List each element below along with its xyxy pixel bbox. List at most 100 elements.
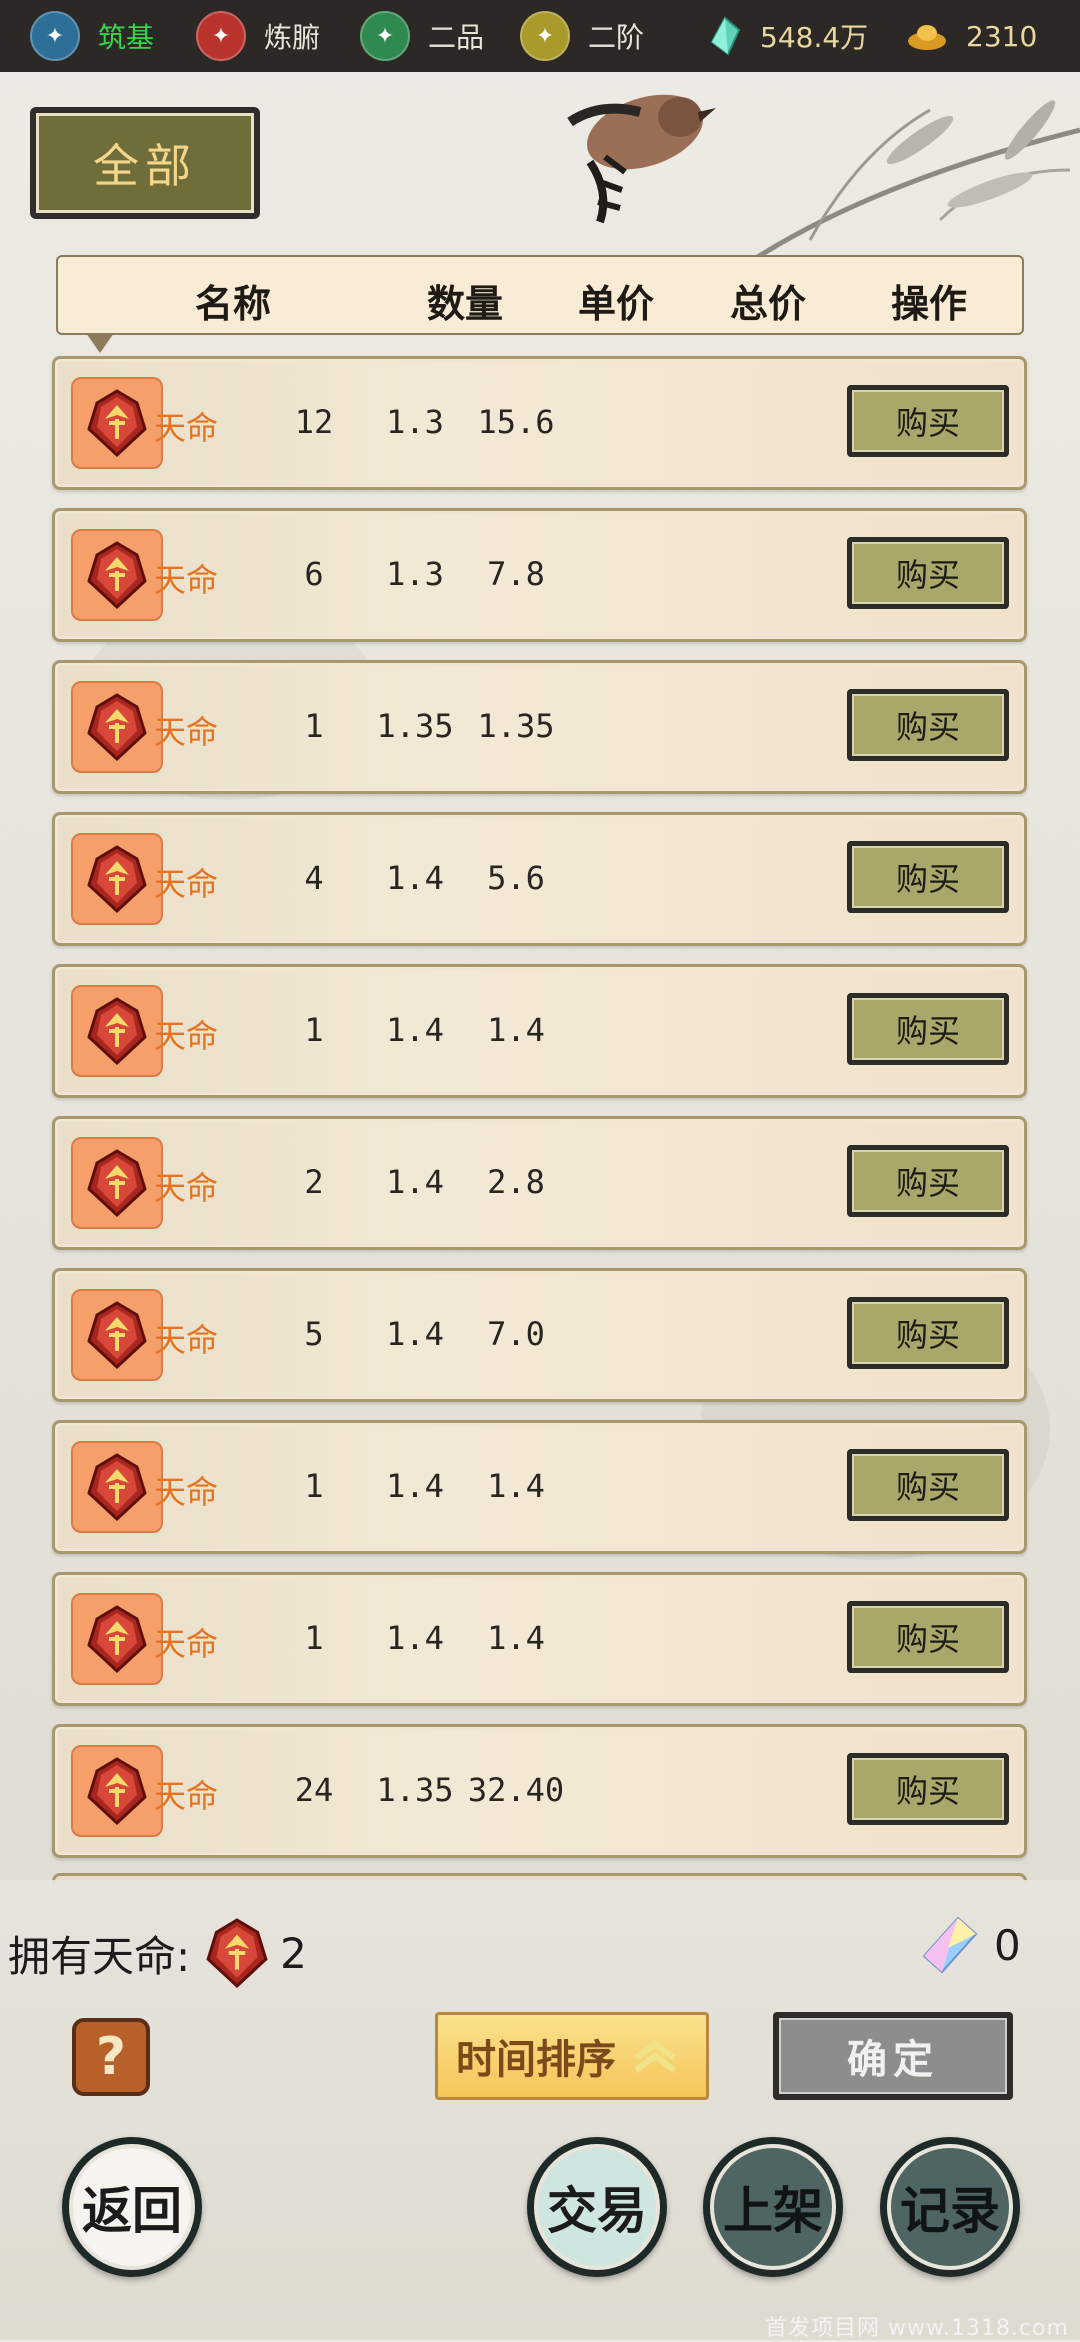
realm-indicator: ✦ 筑基 (30, 10, 154, 62)
buy-button[interactable]: 购买 (847, 1601, 1009, 1673)
buy-button-label: 购买 (852, 1606, 1004, 1668)
records-button[interactable]: 记录 (880, 2137, 1020, 2277)
gold-ingot-icon (908, 25, 946, 50)
gold-currency: 2310 (906, 10, 1037, 62)
confirm-label: 确定 (779, 2018, 1007, 2094)
column-quantity: 数量 (426, 281, 504, 326)
buy-button[interactable]: 购买 (847, 1753, 1009, 1825)
buy-button-label: 购买 (852, 694, 1004, 756)
item-name: 天命 (153, 1017, 219, 1055)
buy-button-label: 购买 (852, 1150, 1004, 1212)
tianming-token-icon (71, 529, 163, 621)
column-name: 名称 (194, 281, 272, 326)
item-quantity: 1 (304, 1467, 324, 1505)
item-quantity: 1 (304, 707, 324, 745)
item-unit-price: 1.35 (376, 1771, 454, 1809)
item-quantity: 2 (304, 1163, 324, 1201)
item-total-price: 1.4 (487, 1011, 545, 1049)
tianming-token-icon (71, 1441, 163, 1533)
buy-button[interactable]: 购买 (847, 1145, 1009, 1217)
rainbow-crystal-icon (922, 1916, 978, 1974)
item-total-price: 1.4 (487, 1467, 545, 1505)
item-quantity: 6 (304, 555, 324, 593)
buy-button[interactable]: 购买 (847, 385, 1009, 457)
gold-amount: 2310 (966, 19, 1038, 53)
item-unit-price: 1.3 (386, 555, 444, 593)
tianming-token-icon (71, 1137, 163, 1229)
help-button[interactable]: ? (72, 2018, 150, 2096)
double-chevron-up-icon (634, 2040, 676, 2073)
back-button[interactable]: 返回 (62, 2137, 202, 2277)
item-name: 天命 (153, 1777, 219, 1815)
column-action: 操作 (890, 281, 968, 326)
category-tab-all[interactable]: 全部 (30, 107, 260, 219)
table-row: 天命 1 1.35 1.35 购买 (52, 660, 1027, 794)
table-row: 天命 5 1.4 7.0 购买 (52, 1268, 1027, 1402)
item-quantity: 1 (304, 1011, 324, 1049)
tianming-token-icon (206, 1918, 268, 1988)
column-unit-price: 单价 (577, 281, 655, 326)
item-name: 天命 (153, 1473, 219, 1511)
blue-emblem-icon: ✦ (30, 11, 80, 61)
table-row: 天命 1 1.4 1.4 购买 (52, 1572, 1027, 1706)
crystal-owned: 0 (918, 1914, 1021, 1976)
item-total-price: 1.35 (477, 707, 555, 745)
item-name: 天命 (153, 409, 219, 447)
back-label: 返回 (69, 2144, 195, 2270)
item-unit-price: 1.4 (386, 1315, 444, 1353)
owned-tianming: 拥有天命: 2 (8, 1918, 307, 1988)
buy-button[interactable]: 购买 (847, 689, 1009, 761)
crystal-currency: 548.4万 (708, 10, 868, 62)
header-pointer (86, 333, 114, 353)
list-item-button[interactable]: 上架 (703, 2137, 843, 2277)
confirm-button[interactable]: 确定 (773, 2012, 1013, 2100)
tianming-token-icon (71, 1593, 163, 1685)
buy-button[interactable]: 购买 (847, 1297, 1009, 1369)
item-unit-price: 1.4 (386, 1163, 444, 1201)
buy-button-label: 购买 (852, 1302, 1004, 1364)
red-emblem-icon: ✦ (196, 11, 246, 61)
item-quantity: 1 (304, 1619, 324, 1657)
item-quantity: 12 (294, 403, 334, 441)
table-row: 天命 12 1.3 15.6 购买 (52, 356, 1027, 490)
item-quantity: 5 (304, 1315, 324, 1353)
item-unit-price: 1.3 (386, 403, 444, 441)
trade-button[interactable]: 交易 (527, 2137, 667, 2277)
table-row: 天命 1 1.4 1.4 购买 (52, 964, 1027, 1098)
item-unit-price: 1.35 (376, 707, 454, 745)
item-name: 天命 (153, 561, 219, 599)
buy-button-label: 购买 (852, 1758, 1004, 1820)
item-total-price: 32.40 (467, 1771, 565, 1809)
table-row: 天命 6 1.3 7.8 购买 (52, 508, 1027, 642)
watermark: 首发项目网 www.1318.com (765, 2316, 1069, 2341)
crystal-amount: 548.4万 (760, 21, 869, 54)
buy-button-label: 购买 (852, 542, 1004, 604)
item-total-price: 2.8 (487, 1163, 545, 1201)
yellow-emblem-icon: ✦ (520, 11, 570, 61)
item-unit-price: 1.4 (386, 1011, 444, 1049)
table-row: 天命 4 1.4 5.6 购买 (52, 812, 1027, 946)
item-total-price: 7.8 (487, 555, 545, 593)
buy-button[interactable]: 购买 (847, 1449, 1009, 1521)
time-sort-button[interactable]: 时间排序 (435, 2012, 709, 2100)
buy-button[interactable]: 购买 (847, 841, 1009, 913)
tianming-token-icon (71, 833, 163, 925)
item-name: 天命 (153, 1169, 219, 1207)
buy-button-label: 购买 (852, 390, 1004, 452)
item-total-price: 1.4 (487, 1619, 545, 1657)
item-quantity: 4 (304, 859, 324, 897)
list-item-label: 上架 (710, 2144, 836, 2270)
item-unit-price: 1.4 (386, 1467, 444, 1505)
tianming-token-icon (71, 1745, 163, 1837)
buy-button-label: 购买 (852, 1454, 1004, 1516)
item-quantity: 24 (294, 1771, 334, 1809)
list-header: 名称 数量 单价 总价 操作 (56, 255, 1024, 353)
jade-crystal-icon (710, 16, 741, 56)
owned-label: 拥有天命: (8, 1931, 191, 1981)
grade-text: 二品 (428, 21, 485, 54)
buy-button[interactable]: 购买 (847, 993, 1009, 1065)
item-total-price: 5.6 (487, 859, 545, 897)
buy-button[interactable]: 购买 (847, 537, 1009, 609)
item-total-price: 7.0 (487, 1315, 545, 1353)
buy-button-label: 购买 (852, 846, 1004, 908)
